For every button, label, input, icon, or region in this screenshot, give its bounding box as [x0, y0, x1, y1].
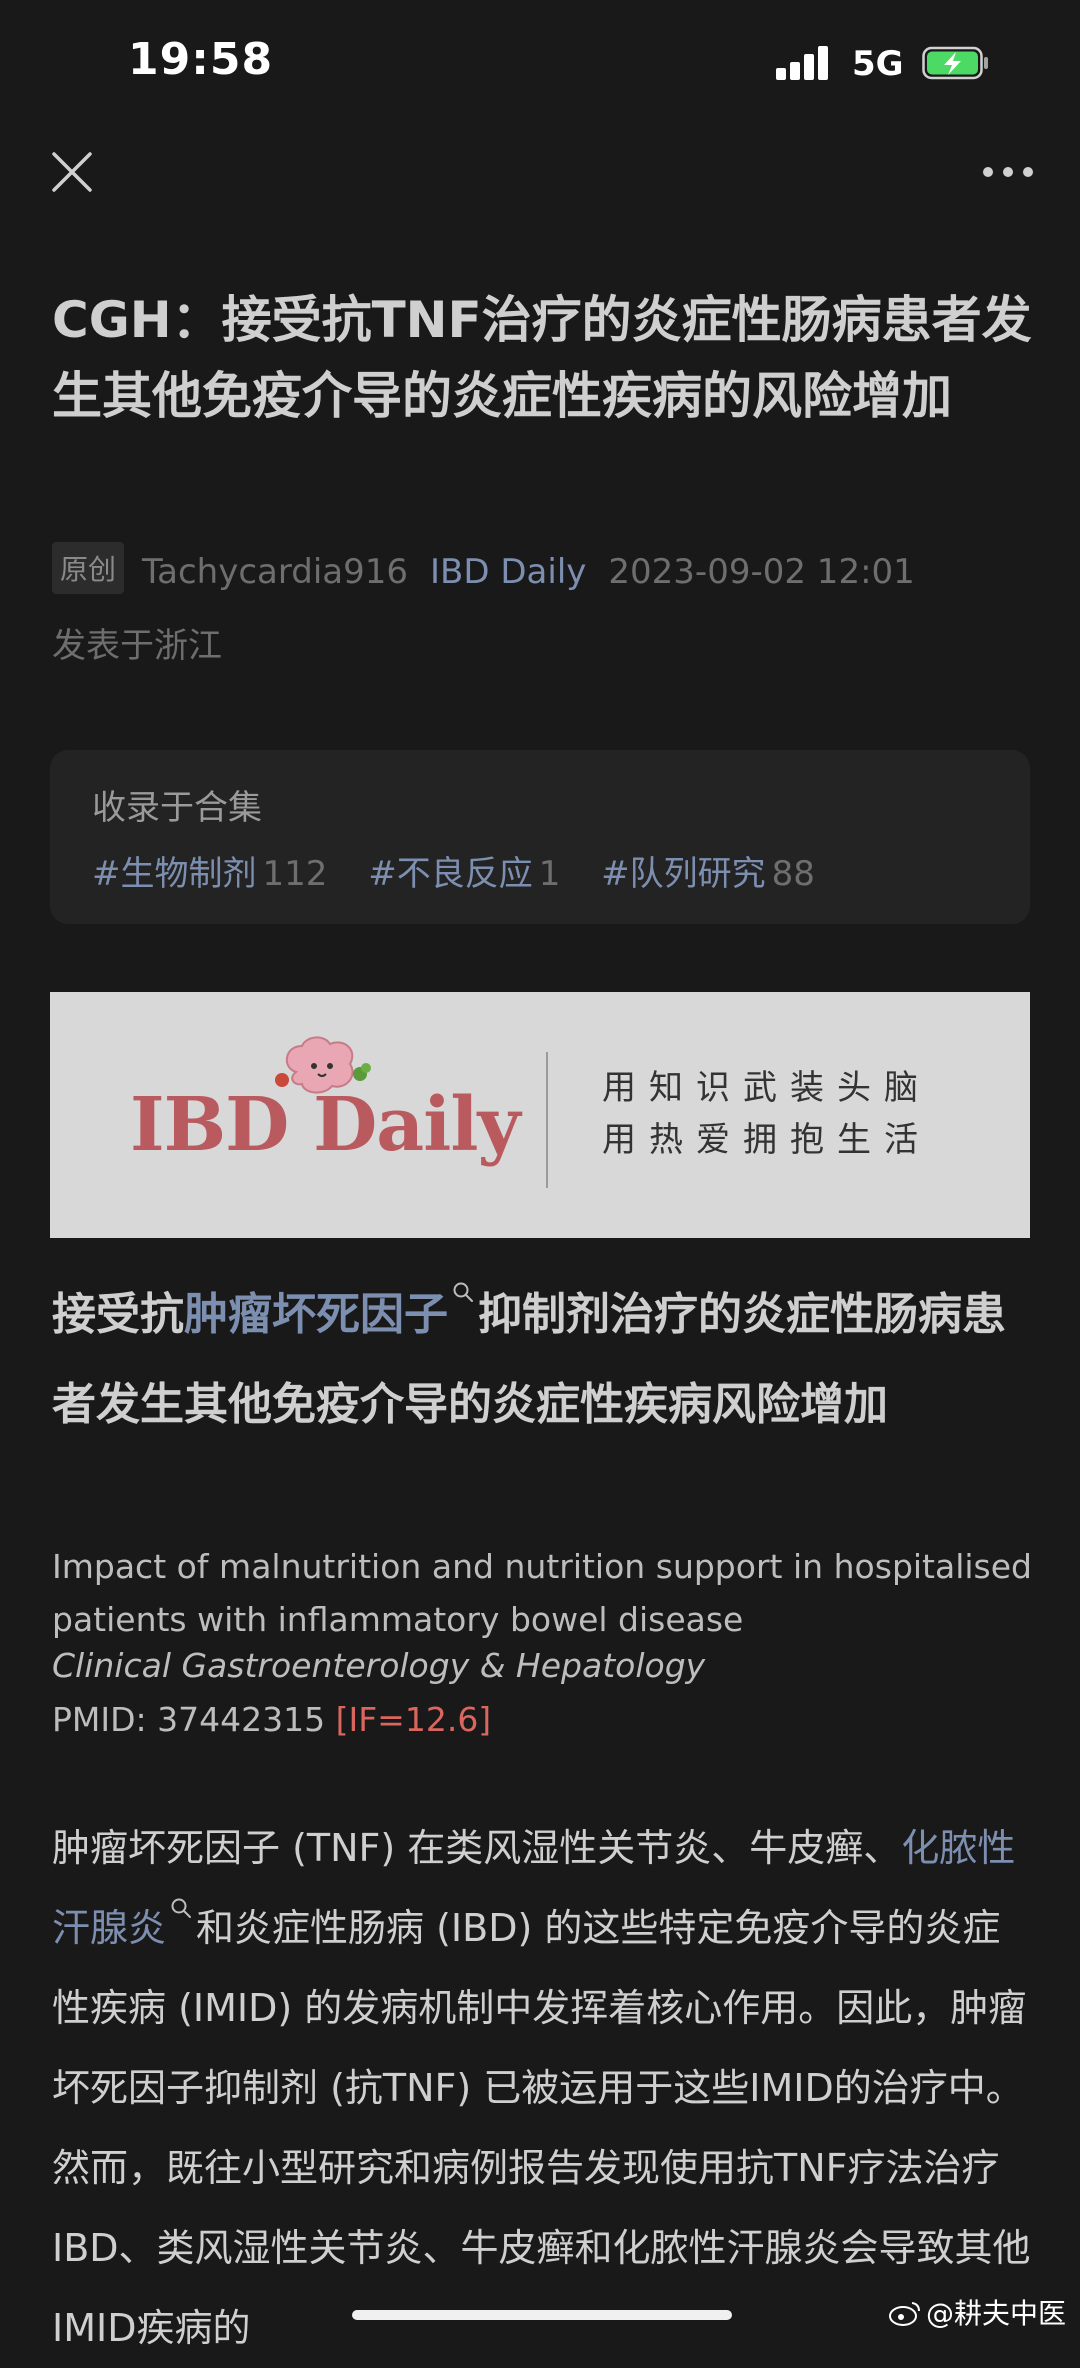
network-label: 5G: [852, 44, 904, 84]
publish-location: 发表于浙江: [52, 626, 222, 666]
search-icon[interactable]: [452, 1281, 474, 1303]
status-bar: 19:58 5G: [0, 0, 1080, 120]
original-badge: 原创: [52, 542, 125, 594]
tag-name: #不良反应: [368, 854, 533, 894]
weibo-icon: [889, 2302, 920, 2326]
publish-date: 2023-09-02 12:01: [608, 552, 915, 592]
battery-charging-icon: [922, 46, 988, 80]
article-heading: 接受抗肿瘤坏死因子 抑制剂治疗的炎症性肠病患者发生其他免疫介导的炎症性疾病风险增加: [52, 1270, 1032, 1450]
signal-icon: [776, 44, 836, 80]
heading-text: 接受抗: [52, 1289, 184, 1340]
tag-count: 88: [771, 854, 815, 894]
article-meta: 原创 Tachycardia916 IBD Daily 2023-09-02 12:0…: [52, 542, 915, 594]
tag-count: 112: [262, 854, 328, 894]
home-indicator[interactable]: [352, 2310, 732, 2320]
banner-slogan-1: 用知识武装头脑: [602, 1068, 931, 1108]
collection-card: 收录于合集 #生物制剂 112 #不良反应 1 #队列研究 88: [50, 750, 1030, 924]
tag-name: #队列研究: [601, 854, 766, 894]
status-time: 19:58: [128, 34, 274, 85]
banner-divider: [546, 1052, 548, 1188]
banner-logo: IBD Daily: [130, 1082, 520, 1168]
more-icon[interactable]: [982, 160, 1034, 184]
ibd-daily-banner: IBD Daily 用知识武装头脑 用热爱拥抱生活: [50, 992, 1030, 1238]
account-name[interactable]: IBD Daily: [430, 552, 586, 592]
collection-tag[interactable]: #队列研究 88: [601, 846, 815, 895]
reference-title: Impact of malnutrition and nutrition sup…: [52, 1547, 1032, 1639]
watermark: @耕夫中医: [888, 2292, 1066, 2332]
reference-pmid: PMID: 37442315 [IF=12.6]: [52, 1700, 491, 1739]
tag-count: 1: [538, 854, 561, 894]
watermark-text: @耕夫中医: [926, 2297, 1067, 2330]
banner-slogan-2: 用热爱拥抱生活: [602, 1120, 931, 1160]
author-name[interactable]: Tachycardia916: [142, 552, 408, 592]
reference-journal: Clinical Gastroenterology & Hepatology: [52, 1646, 706, 1685]
search-icon[interactable]: [170, 1897, 192, 1919]
article-title: CGH：接受抗TNF治疗的炎症性肠病患者发生其他免疫介导的炎症性疾病的风险增加: [52, 291, 1032, 425]
pmid-text: PMID: 37442315: [52, 1700, 326, 1739]
impact-factor: [IF=12.6]: [335, 1700, 492, 1739]
collection-tag[interactable]: #生物制剂 112: [92, 846, 327, 895]
heading-search-link[interactable]: 肿瘤坏死因子: [184, 1289, 448, 1340]
close-icon[interactable]: [50, 150, 94, 194]
tag-name: #生物制剂: [92, 854, 257, 894]
article-body: 肿瘤坏死因子 (TNF) 在类风湿性关节炎、牛皮癣、化脓性汗腺炎 和炎症性肠病 (…: [52, 1808, 1032, 2368]
body-text: 肿瘤坏死因子 (TNF) 在类风湿性关节炎、牛皮癣、: [52, 1826, 902, 1870]
collection-tags: #生物制剂 112 #不良反应 1 #队列研究 88: [92, 846, 845, 895]
collection-title: 收录于合集: [92, 788, 262, 828]
body-text: 和炎症性肠病 (IBD) 的这些特定免疫介导的炎症性疾病 (IMID) 的发病机…: [52, 1906, 1031, 2350]
collection-tag[interactable]: #不良反应 1: [368, 846, 560, 895]
